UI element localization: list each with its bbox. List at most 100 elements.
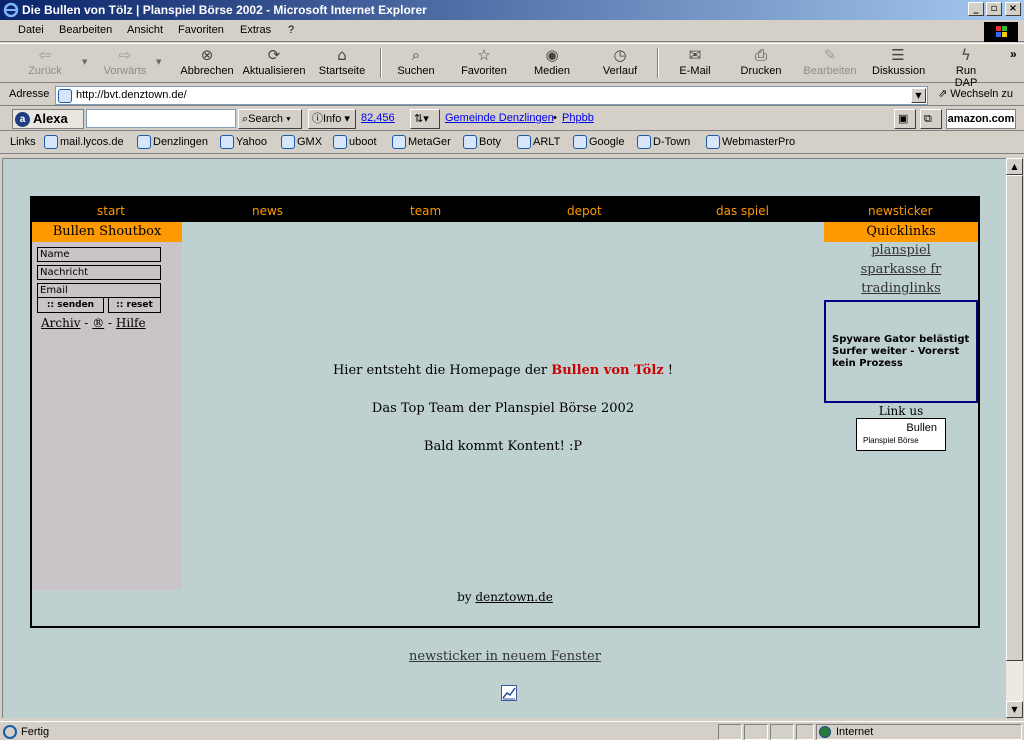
link-d-town[interactable]: D-Town	[637, 135, 690, 149]
menu-ansicht[interactable]: Ansicht	[127, 24, 163, 36]
vertical-scrollbar[interactable]: ▲ ▼	[1006, 158, 1023, 718]
links-bar: Links mail.lycos.de Denzlingen Yahoo GMX…	[0, 132, 1024, 154]
footer-separator: -	[108, 316, 113, 330]
denztown-link[interactable]: denztown.de	[475, 590, 552, 604]
scroll-down-icon[interactable]: ▼	[1006, 701, 1023, 718]
maximize-button[interactable]: ▫	[986, 2, 1002, 16]
scroll-thumb[interactable]	[1006, 175, 1023, 661]
hilfe-link[interactable]: Hilfe	[116, 316, 146, 330]
news-headline[interactable]: Spyware Gator belästigt Surfer weiter - …	[832, 334, 974, 370]
menu-datei[interactable]: Datei	[18, 24, 44, 36]
refresh-button[interactable]: ⟳ Aktualisieren	[242, 46, 306, 77]
quicklink-sparkasse[interactable]: sparkasse fr	[824, 262, 978, 277]
nav-team[interactable]: team	[410, 204, 441, 218]
quicklink-tradinglinks[interactable]: tradinglinks	[824, 281, 978, 296]
shoutbox-send-button[interactable]: :: senden	[37, 297, 104, 313]
alexa-tool-button[interactable]: ▣	[894, 109, 916, 129]
alexa-logo-button[interactable]: a Alexa	[12, 109, 84, 129]
run-dap-button[interactable]: ϟ Run DAP	[944, 46, 988, 89]
page-icon	[517, 135, 531, 149]
link-yahoo[interactable]: Yahoo	[220, 135, 267, 149]
nav-newsticker[interactable]: newsticker	[868, 204, 933, 218]
link-arlt[interactable]: ARLT	[517, 135, 560, 149]
windows-logo-icon	[984, 22, 1018, 42]
nav-das-spiel[interactable]: das spiel	[716, 204, 769, 218]
page-icon	[137, 135, 151, 149]
address-label: Adresse	[9, 88, 50, 100]
link-us-banner[interactable]: Bullen Planspiel Börse	[856, 418, 946, 451]
shoutbox-footer: Archiv - ® - Hilfe	[41, 316, 146, 330]
alexa-related-button[interactable]: ⇅▾	[410, 109, 440, 129]
zone-text: Internet	[836, 726, 874, 738]
search-button[interactable]: ⌕ Suchen	[394, 46, 438, 77]
alexa-search-input[interactable]	[86, 109, 236, 128]
shoutbox-name-field[interactable]: Name	[37, 247, 161, 262]
forward-arrow-icon: ⇨	[118, 46, 132, 64]
page-icon	[463, 135, 477, 149]
gemeinde-denzlingen-link[interactable]: Gemeinde Denzlingen	[445, 112, 554, 124]
page-icon	[220, 135, 234, 149]
media-button[interactable]: ◉ Medien	[530, 46, 574, 77]
globe-icon	[819, 726, 831, 738]
status-bar: Fertig Internet	[0, 721, 1024, 740]
menu-extras[interactable]: Extras	[240, 24, 271, 36]
minimize-button[interactable]: _	[968, 2, 984, 16]
stop-button[interactable]: ⊗ Abbrechen	[178, 46, 236, 77]
title-bar: Die Bullen von Tölz | Planspiel Börse 20…	[0, 0, 1024, 20]
link-denzlingen[interactable]: Denzlingen	[137, 135, 208, 149]
alexa-tool-button-2[interactable]: ⧉	[920, 109, 942, 129]
nav-news[interactable]: news	[252, 204, 283, 218]
phpbb-link[interactable]: Phpbb	[562, 112, 594, 124]
info-icon: ⓘ	[312, 113, 323, 125]
alexa-search-button[interactable]: ⌕Search ▾	[238, 109, 302, 129]
status-pane	[770, 724, 794, 740]
shoutbox-email-field[interactable]: Email	[37, 283, 161, 298]
back-button[interactable]: ⇦ Zurück	[26, 46, 64, 77]
close-button[interactable]: ×	[1005, 2, 1021, 16]
address-dropdown-icon[interactable]: ▼	[911, 88, 926, 103]
nav-depot[interactable]: depot	[567, 204, 602, 218]
ie-status-icon	[3, 725, 17, 739]
quicklinks-panel: Quicklinks planspiel sparkasse fr tradin…	[824, 222, 978, 590]
printer-icon: ⎙	[754, 46, 767, 64]
status-pane	[718, 724, 742, 740]
link-webmasterpro[interactable]: WebmasterPro	[706, 135, 795, 149]
print-button[interactable]: ⎙ Drucken	[740, 46, 782, 77]
shoutbox-reset-button[interactable]: :: reset	[108, 297, 161, 313]
link-google[interactable]: Google	[573, 135, 624, 149]
link-metager[interactable]: MetaGer	[392, 135, 451, 149]
favorites-button[interactable]: ☆ Favoriten	[458, 46, 510, 77]
link-mail-lycos[interactable]: mail.lycos.de	[44, 135, 124, 149]
forward-button[interactable]: ⇨ Vorwärts	[100, 46, 150, 77]
address-input[interactable]: http://bvt.denztown.de/ ▼	[55, 86, 928, 105]
alexa-rank-link[interactable]: 82,456	[361, 112, 395, 124]
link-uboot[interactable]: uboot	[333, 135, 377, 149]
menu-bearbeiten[interactable]: Bearbeiten	[59, 24, 112, 36]
link-gmx[interactable]: GMX	[281, 135, 322, 149]
alexa-info-button[interactable]: ⓘInfo ▾	[308, 109, 356, 129]
menu-help[interactable]: ?	[288, 24, 294, 36]
newsticker-window-link[interactable]: newsticker in neuem Fenster	[3, 649, 1006, 664]
registered-link[interactable]: ®	[92, 316, 104, 330]
back-dropdown-icon[interactable]: ▼	[82, 58, 87, 66]
go-button[interactable]: ⇗ Wechseln zu	[938, 87, 1013, 100]
discuss-button[interactable]: ☰ Diskussion	[872, 46, 925, 77]
link-boty[interactable]: Boty	[463, 135, 501, 149]
forward-dropdown-icon[interactable]: ▼	[156, 58, 161, 66]
mail-button[interactable]: ✉ E-Mail	[676, 46, 714, 77]
menu-favoriten[interactable]: Favoriten	[178, 24, 224, 36]
quicklink-planspiel[interactable]: planspiel	[824, 243, 978, 258]
byline: by denztown.de	[457, 590, 553, 604]
scroll-up-icon[interactable]: ▲	[1006, 158, 1023, 175]
status-text: Fertig	[21, 726, 50, 738]
history-button[interactable]: ◷ Verlauf	[600, 46, 640, 77]
chart-icon[interactable]	[501, 685, 517, 701]
star-icon: ☆	[477, 46, 491, 64]
amazon-button[interactable]: amazon.com	[946, 109, 1016, 129]
archiv-link[interactable]: Archiv	[41, 316, 80, 330]
nav-start[interactable]: start	[97, 204, 125, 218]
edit-button[interactable]: ✎ Bearbeiten	[802, 46, 858, 77]
shoutbox-message-field[interactable]: Nachricht	[37, 265, 161, 280]
home-button[interactable]: ⌂ Startseite	[316, 46, 368, 77]
toolbar-overflow-button[interactable]: »	[1010, 47, 1017, 61]
